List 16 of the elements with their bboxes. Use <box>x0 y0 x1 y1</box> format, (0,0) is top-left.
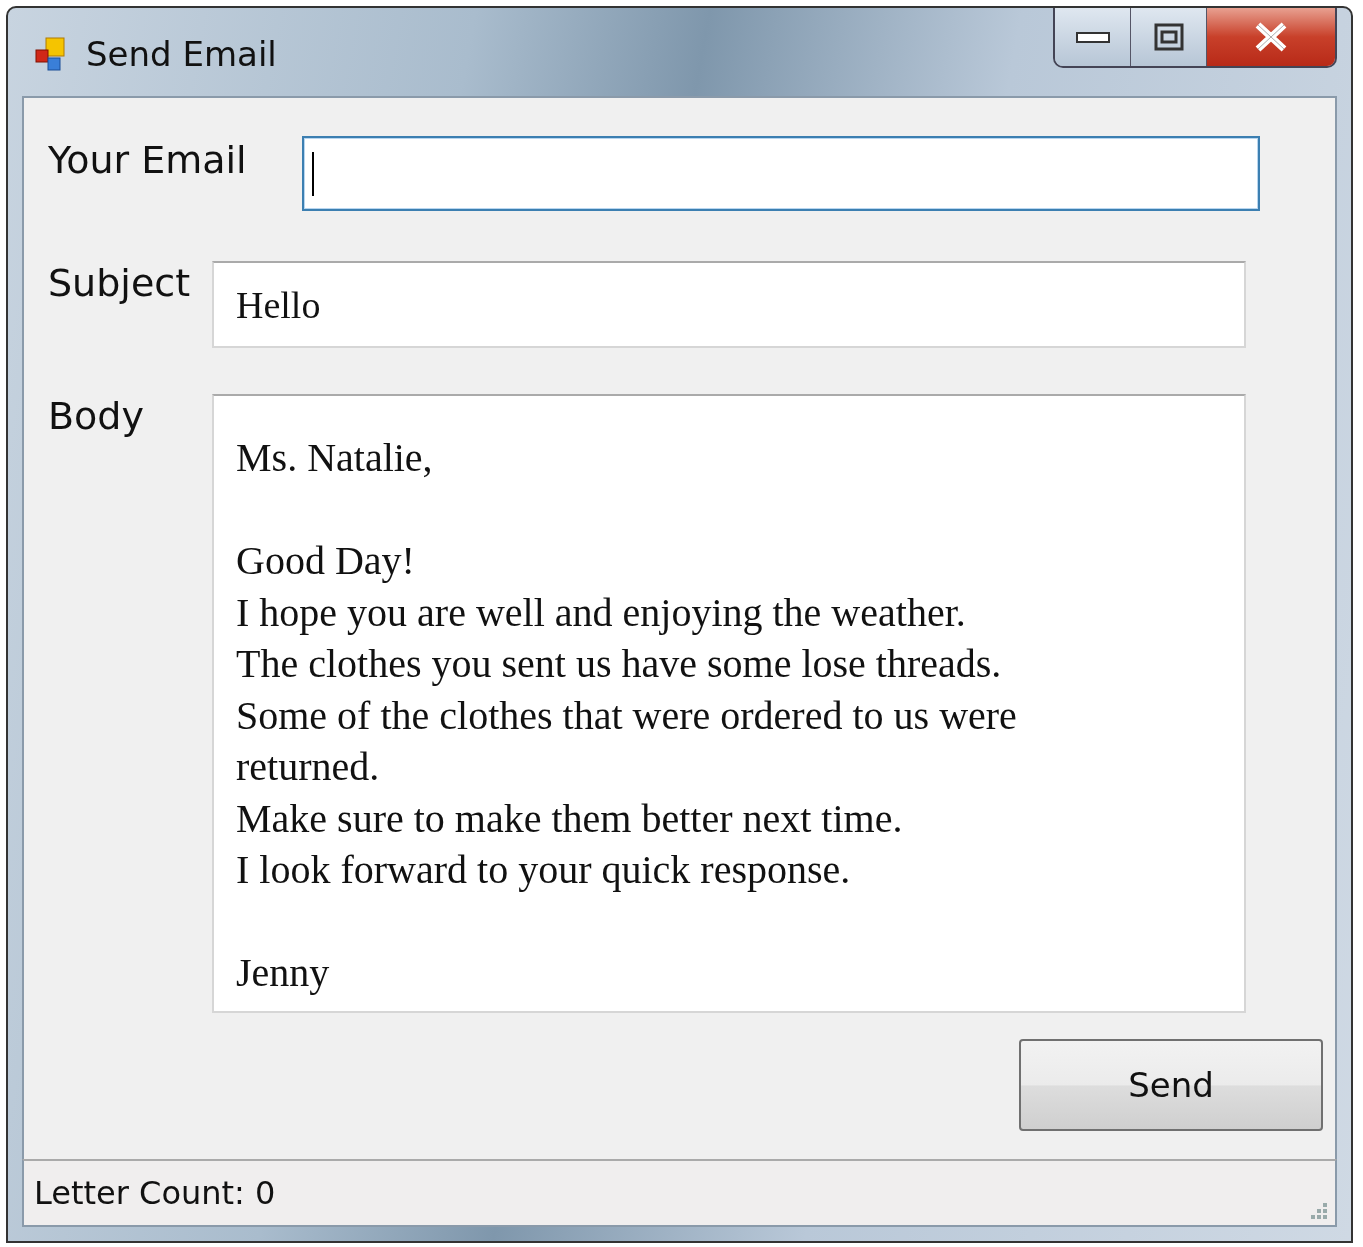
maximize-icon <box>1153 23 1184 51</box>
input-field[interactable]: Hello <box>212 261 1246 348</box>
close-button[interactable] <box>1207 8 1335 66</box>
body-field[interactable]: Ms. Natalie, Good Day! I hope you are well and enjoying the weather. The clothes you sent us have some lose threads. Some of the clothes that were ordered to us were returned. Make sure to make them better next time. I look forward to your quick response. Jenny <box>212 394 1246 1013</box>
field-label: Your Email <box>48 137 248 182</box>
maximize-button[interactable] <box>1131 8 1207 66</box>
minimize-icon <box>1075 30 1110 44</box>
minimize-button[interactable] <box>1055 8 1131 66</box>
close-icon <box>1253 22 1289 52</box>
send-button[interactable]: Send <box>1019 1039 1323 1131</box>
field-label: Subject <box>48 261 192 305</box>
status-text: Letter Count: 0 <box>34 1174 276 1212</box>
field-label: Body <box>48 394 145 438</box>
input-field[interactable] <box>302 136 1260 211</box>
app-icon <box>34 36 68 72</box>
window-title: Send Email <box>86 34 277 74</box>
